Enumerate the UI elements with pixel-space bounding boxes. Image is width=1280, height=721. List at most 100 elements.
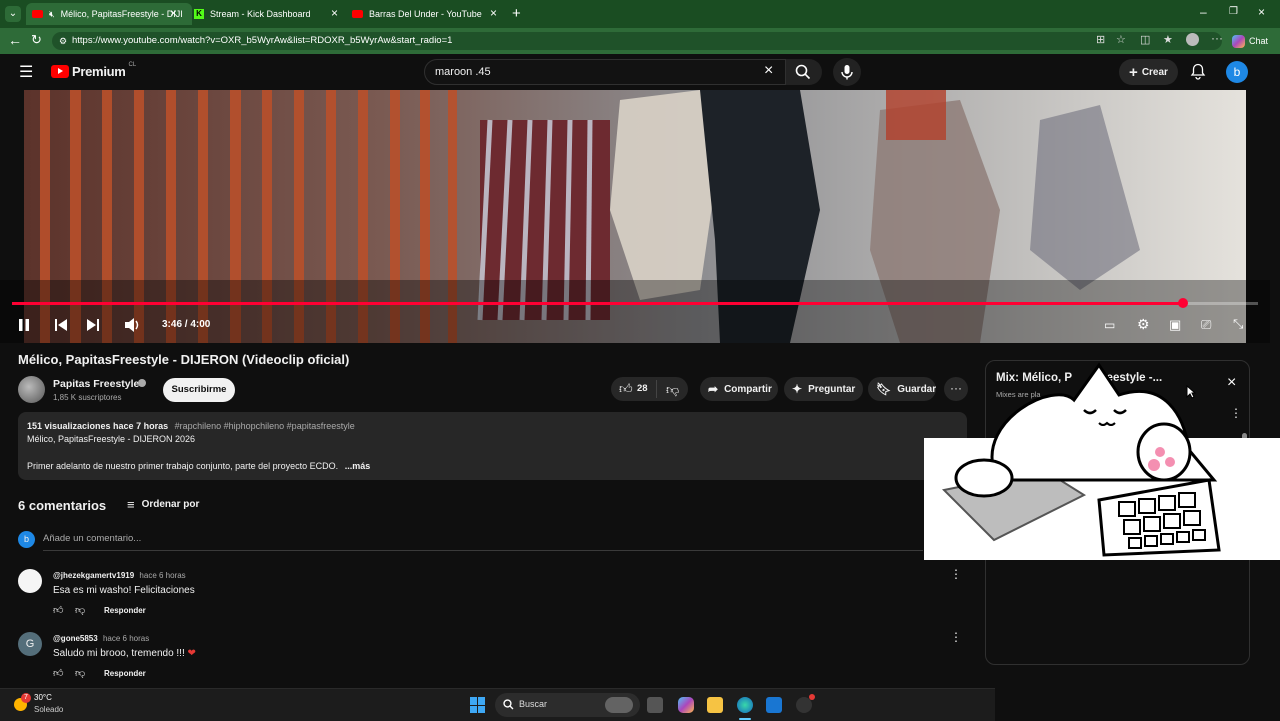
previous-icon[interactable] — [54, 318, 68, 332]
comment-like-icon[interactable]: 👍︎ — [53, 604, 63, 616]
pause-icon[interactable] — [17, 318, 31, 332]
tab-kick-dashboard[interactable]: K Stream - Kick Dashboard — [188, 3, 344, 25]
channel-name[interactable]: Papitas Freestyle — [53, 378, 139, 390]
next-icon[interactable] — [86, 318, 100, 332]
split-screen-icon[interactable]: ◫ — [1140, 33, 1150, 46]
comment-dislike-icon[interactable]: 👎︎ — [75, 604, 85, 616]
file-explorer-icon[interactable] — [707, 697, 723, 713]
sort-comments-button[interactable]: ≡ Ordenar por — [127, 497, 199, 512]
dislike-thumb-icon[interactable]: 👎︎ — [666, 382, 679, 398]
weather-condition: Soleado — [34, 705, 64, 714]
tab-close-icon[interactable]: × — [490, 6, 497, 20]
comment-like-icon[interactable]: 👍︎ — [53, 667, 63, 679]
tab-close-icon[interactable]: × — [170, 6, 177, 20]
copilot-chat-button[interactable]: Chat — [1232, 32, 1268, 50]
search-highlight-icon — [605, 697, 633, 713]
address-bar[interactable]: ⚙︎ https://www.youtube.com/watch?v=OXR_b… — [52, 32, 1222, 50]
like-thumb-icon[interactable]: 👍︎ — [619, 381, 633, 397]
mute-tab-icon[interactable]: 🔇︎ — [49, 9, 55, 20]
comment-avatar[interactable] — [18, 569, 42, 593]
tab-close-icon[interactable]: × — [331, 6, 338, 20]
apps-icon[interactable]: ⊞ — [1096, 33, 1105, 46]
bongo-cat-overlay — [924, 362, 1280, 560]
copilot-taskbar-icon[interactable] — [678, 697, 694, 713]
microphone-icon — [841, 65, 853, 80]
search-input[interactable]: maroon .45 × — [424, 59, 786, 85]
sort-label: Ordenar por — [141, 499, 200, 510]
task-view-icon[interactable] — [647, 697, 663, 713]
description-box[interactable]: 151 visualizaciones hace 7 horas #rapchi… — [18, 412, 967, 480]
comment-body: Saludo mi brooo, tremendo !!! — [53, 648, 188, 659]
account-avatar[interactable]: b — [1226, 61, 1248, 83]
copilot-icon — [1232, 34, 1245, 48]
reply-button[interactable]: Responder — [104, 669, 146, 678]
minimize-icon[interactable]: – — [1200, 5, 1207, 19]
profile-avatar-icon[interactable] — [1186, 33, 1199, 46]
progress-bar[interactable] — [12, 298, 1258, 308]
reply-button[interactable]: Responder — [104, 606, 146, 615]
comments-count: 6 comentarios — [18, 498, 107, 513]
notification-badge: 7 — [21, 693, 31, 703]
comment-header: @jhezekgamertv1919 hace 6 horas — [53, 571, 186, 580]
voice-search-button[interactable] — [833, 58, 861, 86]
search-icon — [503, 699, 514, 710]
favorite-star-icon[interactable]: ☆ — [1116, 33, 1126, 46]
comment-dislike-icon[interactable]: 👎︎ — [75, 667, 85, 679]
comment-author[interactable]: @gone5853 — [53, 634, 98, 643]
obs-app-icon[interactable] — [796, 694, 815, 713]
comment-author[interactable]: @jhezekgamertv1919 — [53, 571, 134, 580]
search-button[interactable] — [786, 59, 822, 85]
add-comment-input[interactable]: Añade un comentario... — [43, 533, 141, 544]
channel-avatar[interactable] — [18, 376, 45, 403]
hashtags[interactable]: #rapchileno #hiphopchileno #papitasfrees… — [175, 421, 355, 431]
like-dislike-group: 👍︎ 28 👎︎ — [611, 377, 688, 401]
notifications-bell-icon[interactable] — [1190, 63, 1206, 80]
ask-button[interactable]: ✦ Preguntar — [784, 377, 863, 401]
logo-region: CL — [128, 61, 137, 68]
cast-icon[interactable]: ⎚ — [1201, 317, 1211, 333]
share-button[interactable]: ➦ Compartir — [700, 377, 778, 401]
edge-browser-icon[interactable] — [737, 697, 753, 713]
back-arrow-icon[interactable]: ← — [8, 32, 22, 48]
subtitles-icon[interactable]: ▭ — [1104, 318, 1115, 332]
weather-widget[interactable]: 7 — [12, 693, 31, 713]
reload-icon[interactable]: ↻ — [31, 32, 42, 48]
create-button[interactable]: + Crear — [1119, 59, 1178, 85]
comment-header: @gone5853 hace 6 horas — [53, 634, 149, 643]
comment-menu-icon[interactable]: ⋮ — [950, 630, 962, 644]
red-heart-icon: ❤ — [187, 648, 196, 659]
comment-time[interactable]: hace 6 horas — [103, 634, 149, 643]
comment-avatar[interactable]: G — [18, 632, 42, 656]
show-more-link[interactable]: ...más — [345, 461, 371, 471]
comment-text: Saludo mi brooo, tremendo !!! ❤ — [53, 648, 196, 659]
kick-favicon-icon: K — [194, 9, 204, 19]
fullscreen-icon[interactable]: ⤡ — [1233, 316, 1243, 332]
comment-time[interactable]: hace 6 horas — [139, 571, 185, 580]
tab-barras-del-under[interactable]: Barras Del Under - YouTube — [348, 3, 502, 25]
taskbar-search-input[interactable]: Buscar — [495, 693, 640, 717]
tab-youtube-melico[interactable]: 🔇︎ Mélico, PapitasFreestyle - DIJI — [26, 3, 192, 25]
restore-icon[interactable]: ❐ — [1229, 6, 1238, 17]
more-options-icon[interactable]: ··· — [1211, 31, 1223, 45]
subscriber-count: 1,85 K suscriptores — [53, 393, 122, 402]
window-close-icon[interactable]: × — [1258, 5, 1265, 19]
new-tab-icon[interactable]: + — [512, 5, 521, 22]
comment-menu-icon[interactable]: ⋮ — [950, 567, 962, 581]
tab-actions-chevron-icon[interactable]: ⌄ — [5, 6, 21, 22]
divider — [656, 380, 657, 398]
volume-icon[interactable] — [124, 317, 142, 333]
subscribe-button[interactable]: Suscribirme — [163, 378, 235, 402]
clear-search-icon[interactable]: × — [764, 62, 773, 80]
mouse-cursor-icon — [1186, 385, 1196, 399]
views-and-date: 151 visualizaciones hace 7 horas — [27, 421, 169, 431]
youtube-premium-logo[interactable]: Premium CL — [51, 61, 137, 79]
settings-gear-icon[interactable]: ⚙︎ — [1137, 316, 1150, 333]
verified-icon — [138, 379, 146, 387]
favorites-icon[interactable]: ★ — [1163, 33, 1173, 46]
site-info-icon[interactable]: ⚙︎ — [59, 32, 67, 50]
windows-start-icon[interactable] — [470, 697, 486, 713]
video-player[interactable]: 3:46 / 4:00 ▭ ⚙︎ ▣ ⎚ ⤡ — [0, 90, 1270, 343]
miniplayer-icon[interactable]: ▣ — [1169, 317, 1181, 333]
microsoft-store-icon[interactable] — [766, 697, 782, 713]
menu-hamburger-icon[interactable]: ☰ — [19, 62, 33, 82]
